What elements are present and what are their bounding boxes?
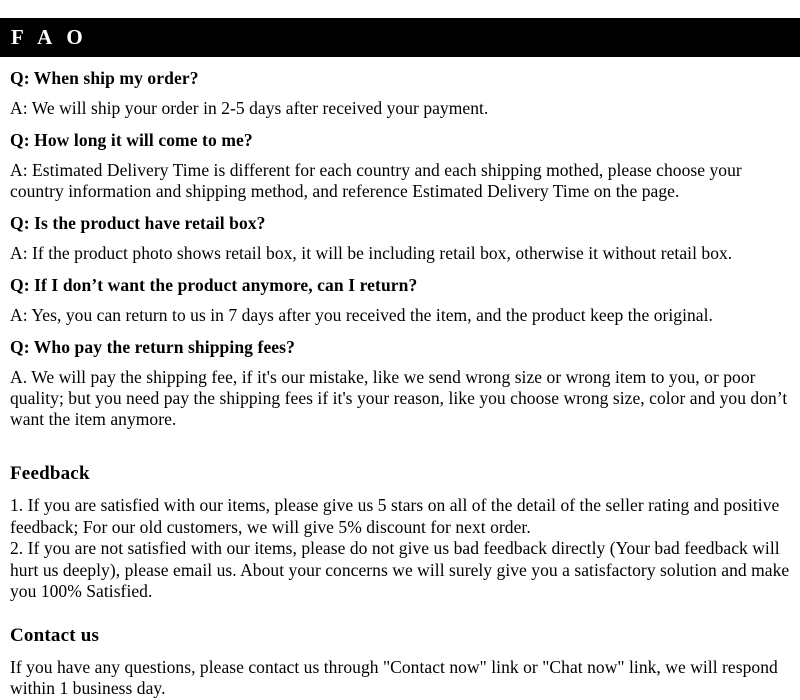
faq-item: Q: Is the product have retail box? A: If… [10,202,790,264]
feedback-list-item: 1. If you are satisfied with our items, … [10,495,780,537]
faq-item: Q: If I don’t want the product anymore, … [10,264,790,326]
page-title: F A O [11,25,88,49]
faq-answer: A: Yes, you can return to us in 7 days a… [10,305,713,325]
faq-question: Q: Who pay the return shipping fees? [10,337,295,357]
faq-question: Q: When ship my order? [10,68,199,88]
faq-item: Q: Who pay the return shipping fees? A. … [10,326,790,430]
faq-item: Q: When ship my order? A: We will ship y… [10,57,790,119]
faq-answer: A: Estimated Delivery Time is different … [10,160,742,201]
feedback-title: Feedback [10,463,90,484]
page-header-bar: F A O [0,18,800,57]
faq-answer: A: We will ship your order in 2-5 days a… [10,98,489,118]
faq-question: Q: If I don’t want the product anymore, … [10,275,418,295]
feedback-list-item: 2. If you are not satisfied with our ite… [10,538,790,601]
contact-body: If you have any questions, please contac… [10,656,778,699]
faq-answer: A. We will pay the shipping fee, if it's… [10,367,788,429]
faq-item: Q: How long it will come to me? A: Estim… [10,119,790,202]
faq-answer: A: If the product photo shows retail box… [10,243,733,263]
faq-question: Q: How long it will come to me? [10,130,253,150]
faq-question: Q: Is the product have retail box? [10,213,266,233]
faq-content: Q: When ship my order? A: We will ship y… [0,57,800,700]
contact-title: Contact us [10,624,100,646]
feedback-body: 1. If you are satisfied with our items, … [10,495,790,603]
contact-section: Contact us If you have any questions, pl… [10,625,790,700]
faq-page: F A O Q: When ship my order? A: We will … [0,0,800,700]
feedback-section: Feedback 1. If you are satisfied with ou… [10,463,790,603]
